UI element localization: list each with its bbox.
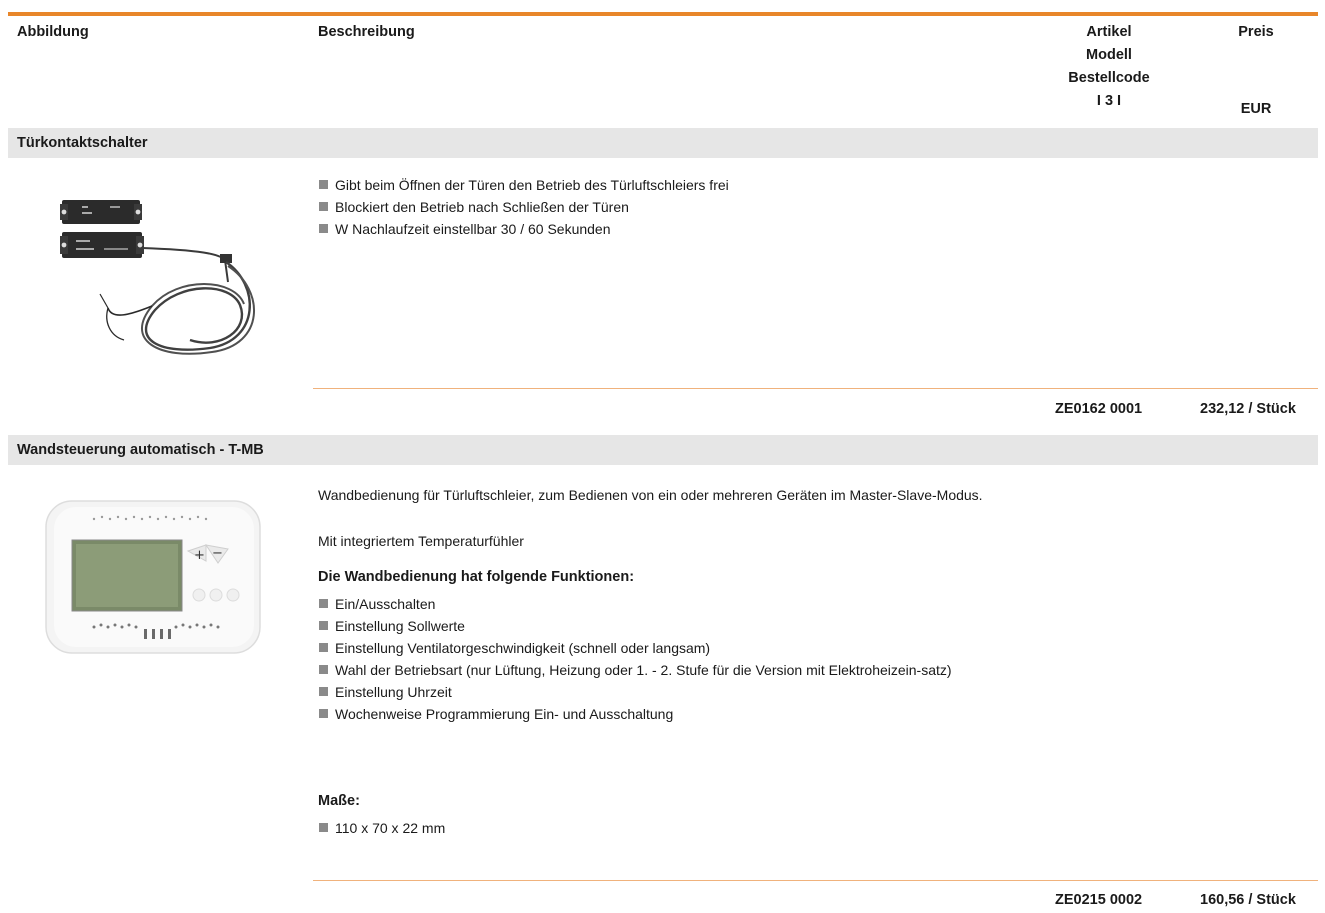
list-item: Einstellung Ventilatorgeschwindigkeit (s…	[318, 637, 1038, 659]
row-divider	[313, 388, 1318, 389]
product-description: Wandbedienung für Türluftschleier, zum B…	[318, 487, 983, 503]
list-item: Ein/Ausschalten	[318, 593, 1038, 615]
svg-text:+: +	[194, 548, 205, 563]
list-item: 110 x 70 x 22 mm	[318, 817, 445, 839]
order-code: ZE0162 0001	[1055, 401, 1143, 417]
header-line-i3i: I 3 I	[1096, 93, 1122, 109]
accent-top-rule	[8, 12, 1318, 16]
svg-text:−: −	[212, 546, 223, 561]
door-contact-switch-image	[60, 200, 256, 355]
list-item: Blockiert den Betrieb nach Schließen der…	[318, 196, 729, 218]
wall-controller-image: + −	[45, 500, 261, 654]
dimensions-heading: Maße:	[318, 793, 360, 809]
price: 160,56 / Stück	[1200, 892, 1296, 908]
list-item: Wahl der Betriebsart (nur Lüftung, Heizu…	[318, 659, 1038, 681]
functions-heading: Die Wandbedienung hat folgende Funktione…	[318, 569, 635, 585]
column-header-preis: Preis	[1238, 24, 1274, 40]
section-title-tuerkontaktschalter: Türkontaktschalter	[8, 128, 1318, 158]
column-header-eur: EUR	[1240, 101, 1272, 117]
list-item: Wochenweise Programmierung Ein- und Auss…	[318, 703, 1038, 725]
header-line-bestellcode: Bestellcode	[1068, 70, 1150, 86]
function-list-wandsteuerung: Ein/Ausschalten Einstellung Sollwerte Ei…	[318, 593, 1038, 725]
column-header-artikel: Artikel Modell Bestellcode I 3 I	[1050, 21, 1168, 113]
column-header-abbildung: Abbildung	[17, 24, 89, 40]
header-line-modell: Modell	[1086, 47, 1132, 63]
list-item: W Nachlaufzeit einstellbar 30 / 60 Sekun…	[318, 218, 729, 240]
section-title-wandsteuerung: Wandsteuerung automatisch - T-MB	[8, 435, 1318, 465]
header-line-artikel: Artikel	[1086, 24, 1132, 40]
column-header-beschreibung: Beschreibung	[318, 24, 415, 40]
list-item: Gibt beim Öffnen der Türen den Betrieb d…	[318, 174, 729, 196]
order-code: ZE0215 0002	[1055, 892, 1143, 908]
feature-list-tuerkontaktschalter: Gibt beim Öffnen der Türen den Betrieb d…	[318, 174, 729, 240]
dimension-list: 110 x 70 x 22 mm	[318, 817, 445, 839]
row-divider	[313, 880, 1318, 881]
list-item: Einstellung Sollwerte	[318, 615, 1038, 637]
price: 232,12 / Stück	[1200, 401, 1296, 417]
list-item: Einstellung Uhrzeit	[318, 681, 1038, 703]
product-description-sensor: Mit integriertem Temperaturfühler	[318, 533, 524, 549]
